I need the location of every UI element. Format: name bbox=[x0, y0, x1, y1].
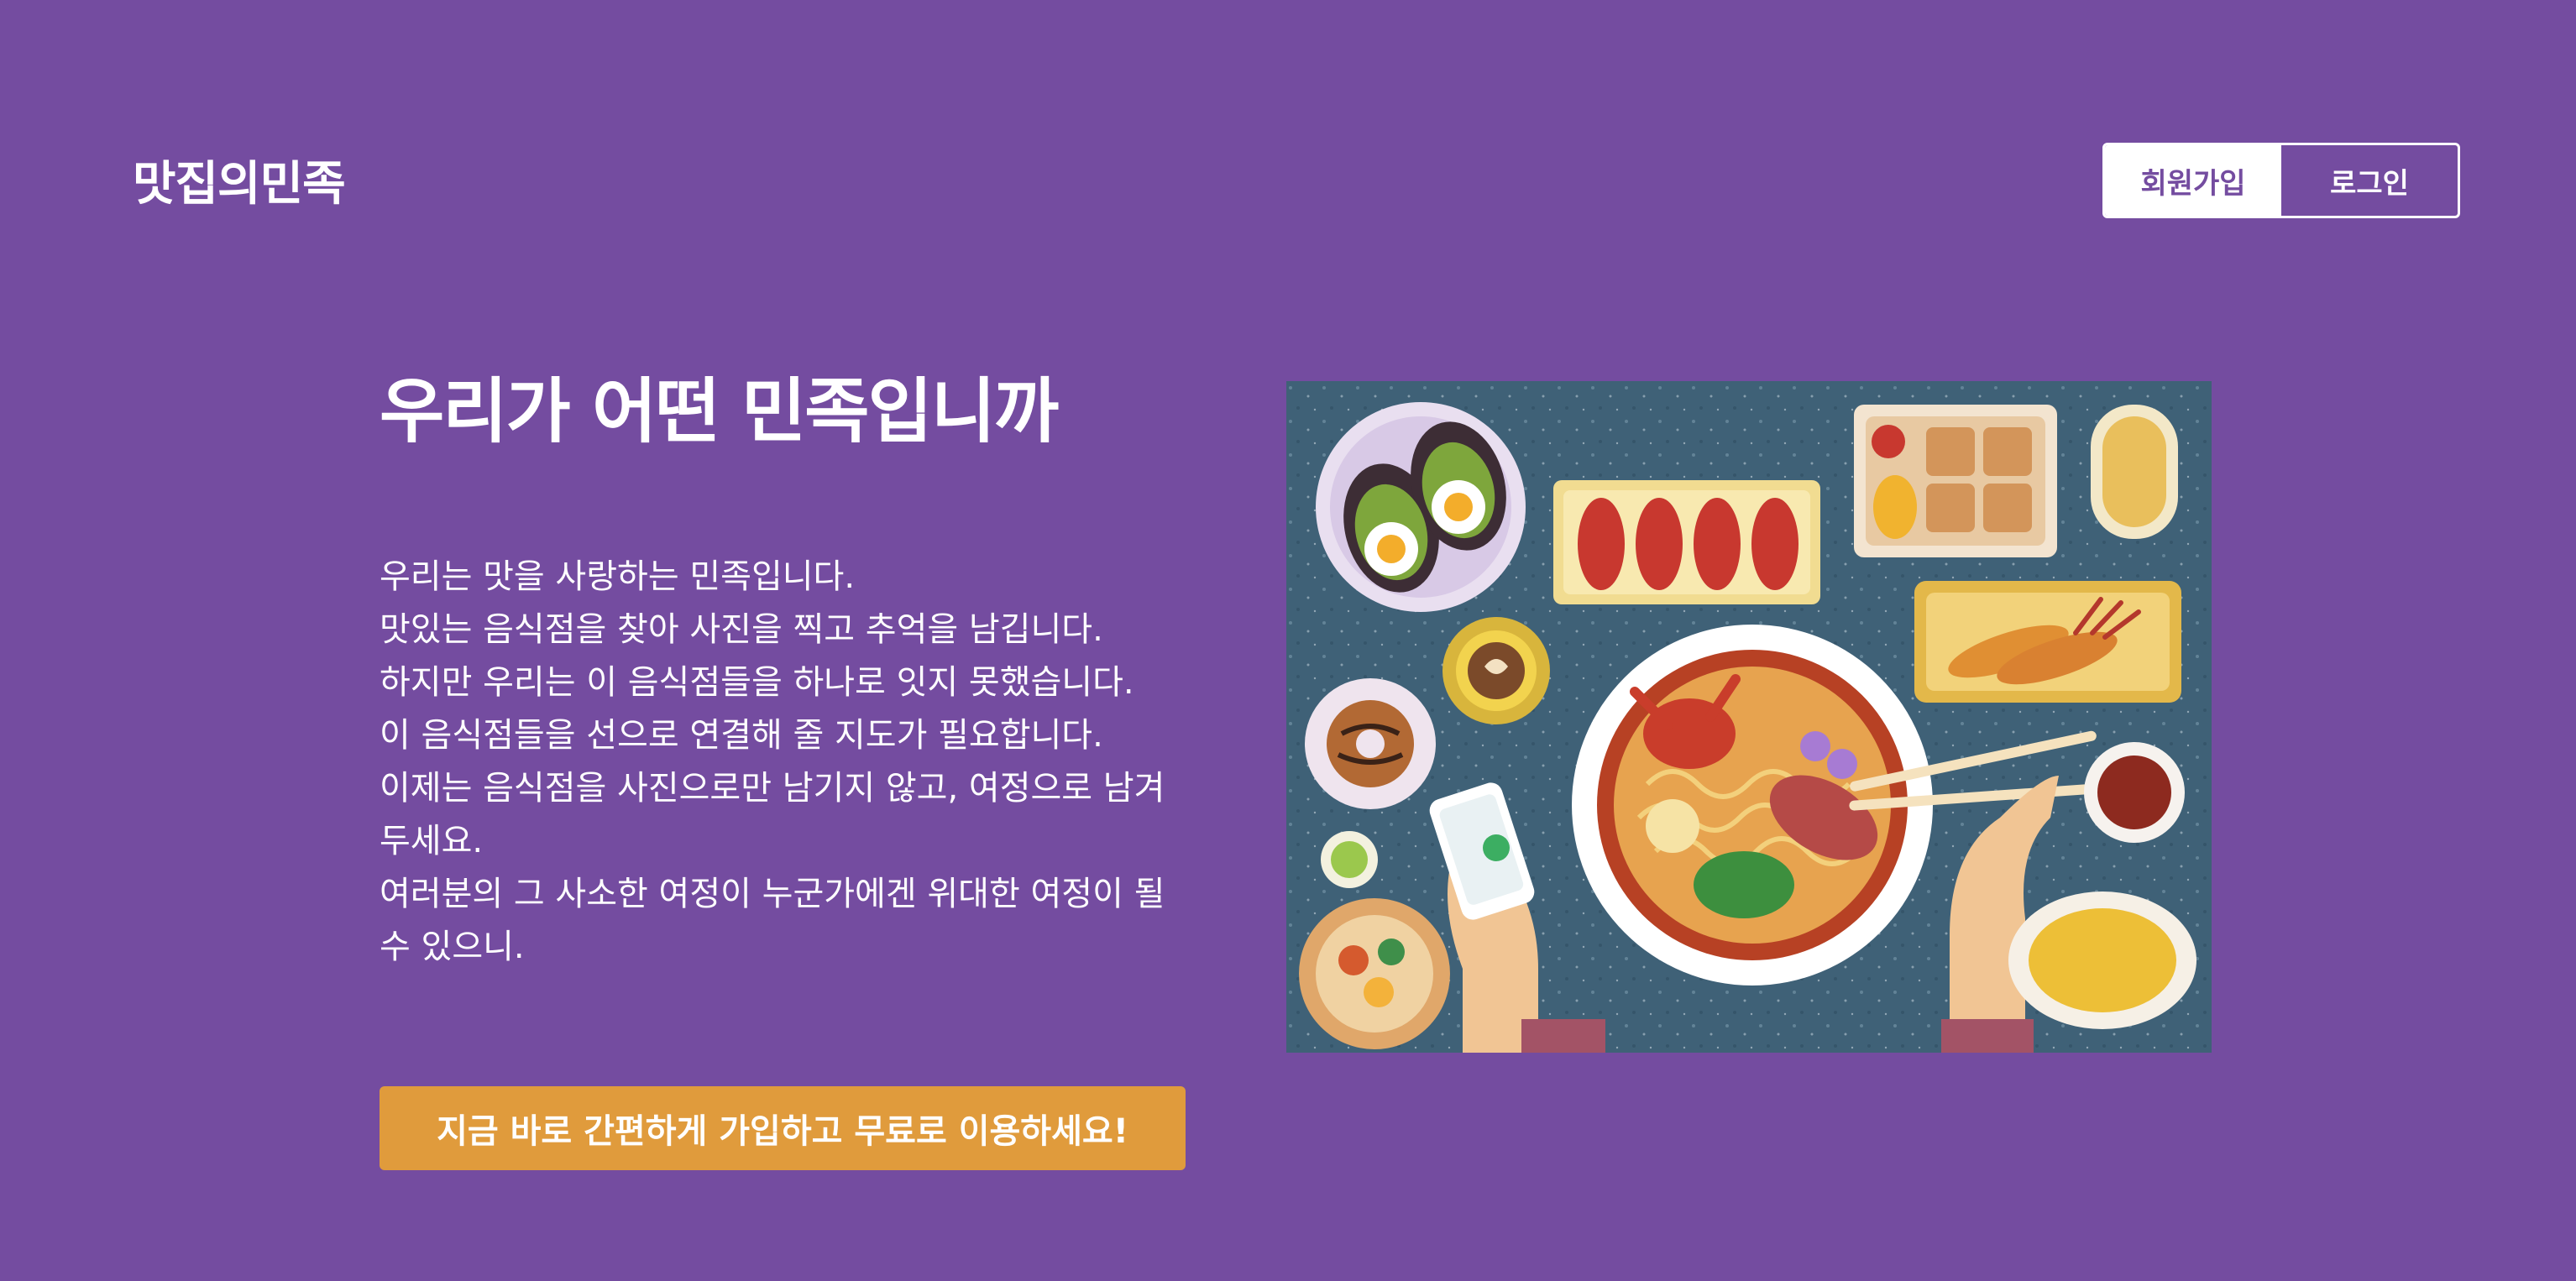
hero-line: 우리는 맛을 사랑하는 민족입니다. bbox=[380, 557, 856, 596]
hero-line: 이 음식점들을 선으로 연결해 줄 지도가 필요합니다. bbox=[380, 716, 1103, 755]
tempura-board bbox=[1914, 581, 2181, 703]
hero-line: 이제는 음식점을 사진으로만 남기지 않고, 여정으로 남겨두세요. bbox=[380, 769, 1165, 860]
food-table-illustration-svg bbox=[1286, 381, 2212, 1053]
signup-cta-button[interactable]: 지금 바로 간편하게 가입하고 무료로 이용하세요! bbox=[380, 1086, 1186, 1170]
hero-description: 우리는 맛을 사랑하는 민족입니다. 맛있는 음식점을 찾아 사진을 찍고 추억… bbox=[380, 551, 1186, 974]
sushi-board bbox=[1553, 480, 1820, 604]
dessert-box bbox=[1854, 405, 2057, 557]
signup-button[interactable]: 회원가입 bbox=[2105, 145, 2281, 216]
tea-cup bbox=[2084, 742, 2185, 843]
hero-line: 여러분의 그 사소한 여정이 누군가에겐 위대한 여정이 될 수 있으니. bbox=[380, 875, 1165, 966]
site-logo[interactable]: 맛집의민족 bbox=[133, 151, 346, 218]
salad-bowl bbox=[1299, 898, 1450, 1049]
golden-dish bbox=[2008, 891, 2196, 1029]
latte-cup bbox=[1442, 617, 1550, 724]
hero-title: 우리가 어떤 민족입니까 bbox=[380, 370, 1059, 452]
login-button[interactable]: 로그인 bbox=[2281, 145, 2458, 216]
egg-avocado-plate bbox=[1316, 402, 1526, 612]
matcha-cup bbox=[1321, 831, 1378, 888]
donut-plate bbox=[1305, 678, 1436, 809]
bread-plate bbox=[2091, 405, 2178, 539]
food-table-illustration bbox=[1286, 381, 2212, 1053]
hero-line: 맛있는 음식점을 찾아 사진을 찍고 추억을 남깁니다. bbox=[380, 610, 1103, 649]
hero-line: 하지만 우리는 이 음식점들을 하나로 잇지 못했습니다. bbox=[380, 663, 1134, 702]
auth-button-group: 회원가입 로그인 bbox=[2102, 143, 2460, 218]
